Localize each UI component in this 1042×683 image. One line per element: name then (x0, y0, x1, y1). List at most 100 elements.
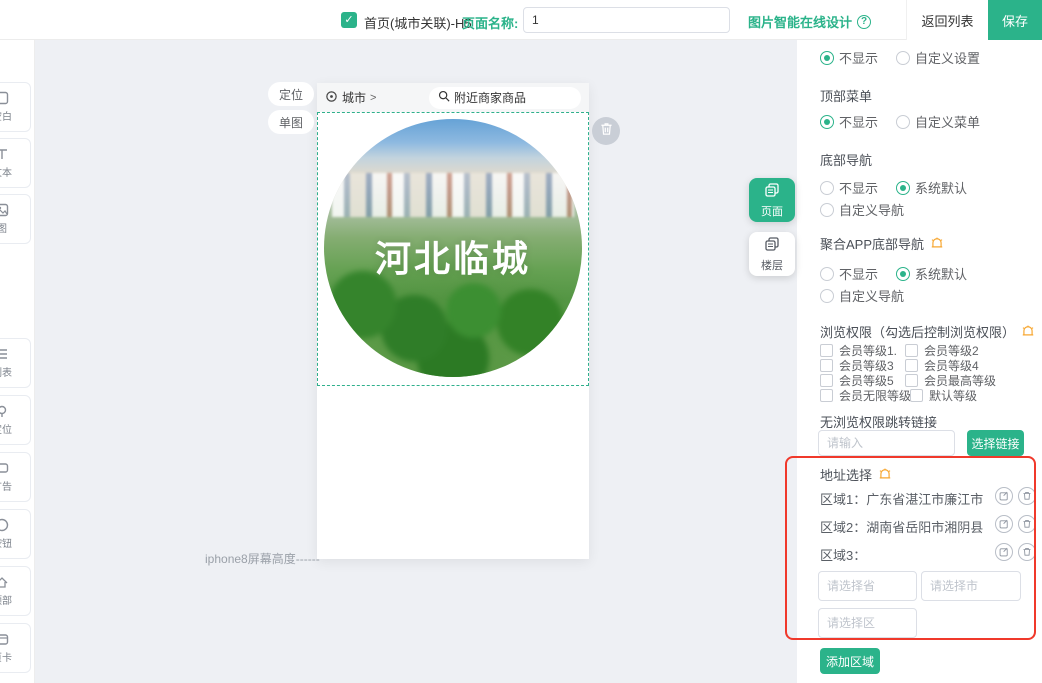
chevron-right-icon: > (370, 92, 376, 104)
radio-system-default[interactable] (896, 181, 910, 195)
checkbox[interactable] (820, 359, 833, 372)
sidebar-item-label: 页卡 (0, 649, 12, 664)
sidebar-item-blank[interactable]: 空白 (0, 82, 31, 132)
app-bottom-nav-title: 聚合APP底部导航 (820, 234, 944, 253)
bottom-nav-radios-row2: 自定义导航 (820, 200, 904, 219)
sidebar-item-position[interactable]: 定位 (0, 395, 31, 445)
sidebar-item-image[interactable]: 图 (0, 194, 31, 244)
delete-block-button[interactable] (592, 117, 620, 145)
component-icon (0, 147, 9, 161)
page-builder-app: 首页(城市关联)-H5 页面名称: 图片智能在线设计 ? 返回列表 保存 空白 … (0, 0, 1042, 683)
checkbox[interactable] (820, 389, 833, 402)
browse-permission-label: 浏览权限（勾选后控制浏览权限） (820, 322, 1015, 341)
save-button[interactable]: 保存 (988, 0, 1042, 40)
radio-custom-nav[interactable] (820, 289, 834, 303)
radio-system-default[interactable] (896, 267, 910, 281)
city-select[interactable] (921, 571, 1021, 601)
trash-icon (600, 122, 613, 141)
city-photo[interactable]: 河北临城 (324, 119, 582, 377)
sidebar-item-tab-card[interactable]: 页卡 (0, 623, 31, 673)
search-icon (438, 90, 450, 105)
radio-no-display[interactable] (820, 267, 834, 281)
checkbox[interactable] (820, 344, 833, 357)
region-row-3: 区域3： (820, 545, 866, 564)
province-select[interactable] (818, 571, 917, 601)
floor-settings-button[interactable]: 楼层 (749, 232, 795, 276)
delete-region-button[interactable] (1018, 543, 1036, 561)
radio-label: 自定义导航 (839, 200, 904, 219)
component-icon (0, 91, 9, 105)
page-settings-button[interactable]: 页面 (749, 178, 795, 222)
region-value: 广东省湛江市廉江市 (866, 489, 983, 508)
radio-custom-menu[interactable] (896, 115, 910, 129)
checkbox[interactable] (905, 344, 918, 357)
checkbox[interactable] (905, 359, 918, 372)
sidebar-item-list[interactable]: 列表 (0, 338, 31, 388)
back-to-list-button[interactable]: 返回列表 (906, 0, 988, 40)
member-level-unlimited: 会员无限等级 (820, 387, 911, 404)
alarm-bell-icon (930, 237, 944, 251)
sidebar-item-ad[interactable]: 广告 (0, 452, 31, 502)
city-label: 城市 (342, 89, 366, 106)
delete-region-button[interactable] (1018, 515, 1036, 533)
district-select[interactable] (818, 608, 917, 638)
checkbox[interactable] (820, 374, 833, 387)
sidebar-item-button[interactable]: 按钮 (0, 509, 31, 559)
tag-single-image: 单图 (268, 110, 314, 134)
edit-region-button[interactable] (995, 543, 1013, 561)
sidebar-item-label: 列表 (0, 364, 12, 379)
radio-custom-nav[interactable] (820, 203, 834, 217)
display-setting-radios: 不显示 自定义设置 (820, 48, 980, 67)
edit-region-button[interactable] (995, 487, 1013, 505)
radio-label: 自定义导航 (839, 286, 904, 305)
float-button-label: 页面 (761, 203, 783, 219)
smart-design-link[interactable]: 图片智能在线设计 ? (748, 12, 871, 31)
city-selector[interactable]: 城市 > (325, 89, 376, 106)
checkbox[interactable] (910, 389, 923, 402)
top-menu-radios: 不显示 自定义菜单 (820, 112, 980, 131)
member-level-default: 默认等级 (910, 387, 977, 404)
radio-no-display[interactable] (820, 181, 834, 195)
search-input[interactable]: 附近商家商品 (429, 87, 581, 109)
radio-label: 自定义菜单 (915, 112, 980, 131)
checkbox[interactable] (905, 374, 918, 387)
float-button-label: 楼层 (761, 257, 783, 273)
region-row-2: 区域2： 湖南省岳阳市湘阴县 (820, 517, 983, 536)
page-name-input[interactable] (523, 7, 730, 33)
component-icon (0, 632, 9, 646)
radio-no-display[interactable] (820, 115, 834, 129)
search-placeholder: 附近商家商品 (454, 89, 526, 106)
sidebar-item-label: 空白 (0, 108, 12, 123)
smart-design-label: 图片智能在线设计 (748, 12, 852, 31)
radio-label: 不显示 (839, 112, 878, 131)
jump-link-input[interactable] (818, 430, 955, 456)
component-icon (0, 461, 9, 475)
add-region-button[interactable]: 添加区域 (820, 648, 880, 674)
top-bar: 首页(城市关联)-H5 页面名称: 图片智能在线设计 ? 返回列表 保存 (0, 0, 1042, 40)
delete-region-button[interactable] (1018, 487, 1036, 505)
region-row-1: 区域1： 广东省湛江市廉江市 (820, 489, 983, 508)
app-nav-radios-row2: 自定义导航 (820, 286, 904, 305)
bottom-nav-radios-row1: 不显示 系统默认 (820, 178, 967, 197)
page-title: 首页(城市关联)-H5 (364, 13, 472, 32)
sidebar-item-label: 图 (0, 220, 7, 235)
page-checkbox-checked-icon[interactable] (341, 12, 357, 28)
edit-region-button[interactable] (995, 515, 1013, 533)
sidebar-item-label: 广告 (0, 478, 12, 493)
top-menu-title: 顶部菜单 (820, 86, 872, 105)
component-icon (0, 518, 9, 532)
radio-custom-setting[interactable] (896, 51, 910, 65)
address-select-title: 地址选择 (820, 465, 892, 484)
address-select-label: 地址选择 (820, 465, 872, 484)
photo-caption: 河北临城 (324, 230, 582, 282)
single-image-block-selected[interactable]: 河北临城 (317, 112, 589, 386)
sidebar-item-header[interactable]: 顶部 (0, 566, 31, 616)
radio-no-display[interactable] (820, 51, 834, 65)
phone-preview: 城市 > 附近商家商品 河北临城 (317, 83, 589, 559)
tag-position: 定位 (268, 82, 314, 106)
page-name-label: 页面名称: (462, 13, 518, 32)
help-icon[interactable]: ? (857, 15, 871, 29)
radio-label: 不显示 (839, 178, 878, 197)
sidebar-item-text[interactable]: 文本 (0, 138, 31, 188)
choose-link-button[interactable]: 选择链接 (967, 430, 1024, 456)
